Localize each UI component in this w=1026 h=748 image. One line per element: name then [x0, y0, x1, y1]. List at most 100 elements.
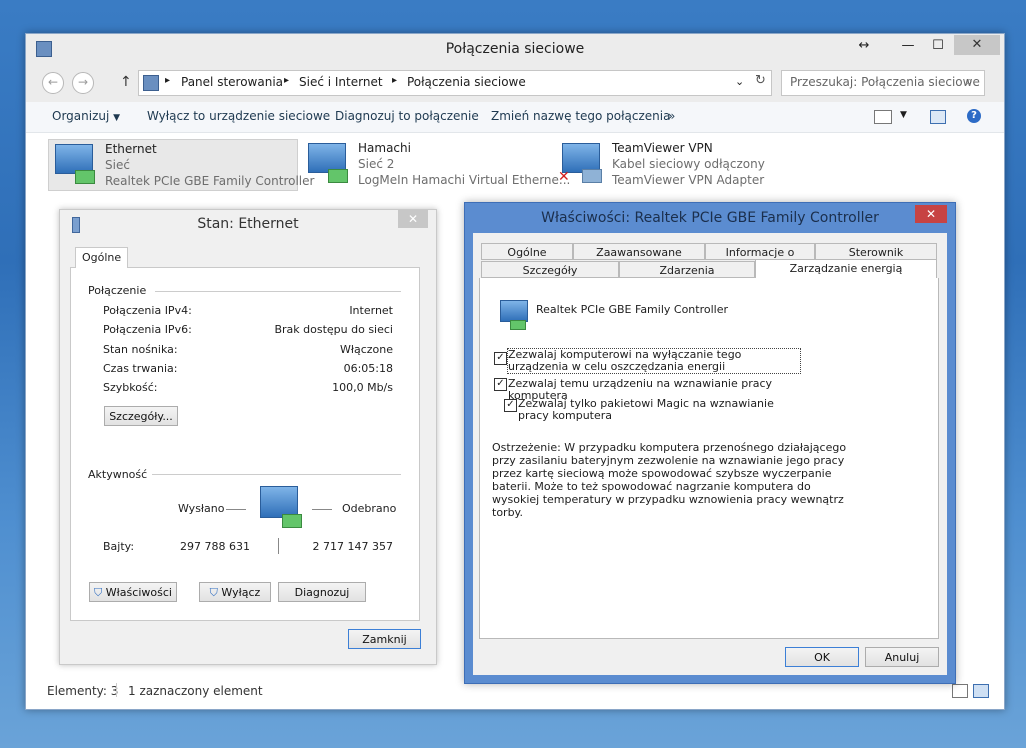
minimize-button[interactable]: — — [894, 36, 922, 56]
close-button[interactable]: ✕ — [398, 210, 428, 228]
bytes-sent: 297 788 631 — [180, 540, 250, 553]
tiles-view-icon[interactable] — [973, 684, 989, 698]
forward-button[interactable]: → — [72, 72, 94, 94]
cable-icon — [582, 169, 602, 183]
divider — [226, 509, 246, 510]
row-label: Połączenia IPv4: — [103, 304, 192, 317]
section-connection: Połączenie — [88, 284, 147, 297]
row-label: Szybkość: — [103, 381, 158, 394]
checkbox-allow-power-off-label[interactable]: Zezwalaj komputerowi na wyłączanie tego … — [507, 348, 801, 374]
divider — [155, 291, 401, 292]
address-bar[interactable]: ▸ Panel sterowania ▸ Sieć i Internet ▸ P… — [138, 70, 772, 96]
more-commands-button[interactable]: » — [668, 109, 675, 123]
received-label: Odebrano — [342, 502, 397, 515]
disconnected-x-icon: ✕ — [558, 169, 570, 185]
bytes-label: Bajty: — [103, 540, 135, 553]
cable-icon — [75, 170, 95, 184]
tab-content: Realtek PCIe GBE Family Controller ✓ Zez… — [479, 278, 939, 639]
checkbox-magic-packet[interactable]: ✓ — [504, 399, 517, 412]
details-button[interactable]: Szczegóły... — [104, 406, 178, 426]
resize-icon[interactable]: ↔ — [850, 36, 878, 56]
sent-label: Wysłano — [178, 502, 225, 515]
rename-button[interactable]: Zmień nazwę tego połączenia — [491, 109, 670, 123]
properties-button[interactable]: ⛉ Właściwości — [89, 582, 177, 602]
breadcrumb-sep-icon: ▸ — [392, 75, 398, 86]
breadcrumb-network-connections[interactable]: Połączenia sieciowe — [407, 75, 526, 89]
row-label: Połączenia IPv6: — [103, 323, 192, 336]
disable-label: Wyłącz — [221, 586, 261, 599]
disable-button[interactable]: ⛉ Wyłącz — [199, 582, 271, 602]
close-button[interactable]: ✕ — [915, 205, 947, 223]
device-name: Realtek PCIe GBE Family Controller — [536, 303, 729, 316]
breadcrumb-sep-icon: ▸ — [165, 75, 171, 86]
tab-driver[interactable]: Sterownik — [815, 243, 937, 260]
close-button[interactable]: ✕ — [954, 35, 1000, 55]
disable-device-button[interactable]: Wyłącz to urządzenie sieciowe — [147, 109, 330, 123]
breadcrumb-control-panel[interactable]: Panel sterowania — [181, 75, 283, 89]
chevron-down-icon: ▼ — [113, 113, 121, 123]
checkbox-allow-power-off[interactable]: ✓ — [494, 352, 507, 365]
divider — [116, 683, 117, 697]
tab-general[interactable]: Ogólne — [75, 247, 129, 268]
tab-general[interactable]: Ogólne — [481, 243, 573, 260]
close-dialog-button[interactable]: Zamknij — [348, 629, 421, 649]
dialog-body: Ogólne Zaawansowane Informacje o Sterown… — [473, 233, 947, 675]
chevron-down-icon[interactable]: ⌄ — [735, 75, 744, 88]
cancel-button[interactable]: Anuluj — [865, 647, 939, 667]
item-name: TeamViewer VPN — [612, 141, 713, 155]
diagnose-button[interactable]: Diagnozuj — [278, 582, 366, 602]
tab-advanced[interactable]: Zaawansowane — [573, 243, 705, 260]
checkbox-allow-wake[interactable]: ✓ — [494, 378, 507, 391]
section-activity: Aktywność — [88, 468, 148, 481]
search-input[interactable]: Przeszukaj: Połączenia sieciowe ⌕ — [781, 70, 985, 96]
row-value: 100,0 Mb/s — [332, 381, 393, 394]
title-bar: Połączenia sieciowe ↔ — ☐ ✕ — [26, 34, 1004, 64]
item-status: Sieć — [105, 158, 130, 172]
tab-details[interactable]: Szczegóły — [481, 261, 619, 278]
command-bar: Organizuj ▼ Wyłącz to urządzenie sieciow… — [26, 102, 1004, 133]
refresh-icon[interactable]: ↻ — [755, 73, 766, 88]
cable-icon — [282, 514, 302, 528]
diagnose-button[interactable]: Diagnozuj to połączenie — [335, 109, 479, 123]
view-options-icon[interactable] — [874, 110, 892, 124]
maximize-button[interactable]: ☐ — [924, 36, 952, 56]
divider — [152, 474, 401, 475]
network-adapter-icon — [500, 300, 528, 322]
list-item-ethernet[interactable]: Ethernet Sieć Realtek PCIe GBE Family Co… — [48, 139, 314, 191]
up-button[interactable]: ↑ — [120, 74, 132, 90]
divider — [312, 509, 332, 510]
back-button[interactable]: ← — [42, 72, 64, 94]
shield-icon: ⛉ — [209, 586, 218, 599]
properties-dialog: Właściwości: Realtek PCIe GBE Family Con… — [464, 202, 956, 684]
help-icon[interactable]: ? — [967, 109, 981, 123]
dialog-title-bar: Stan: Ethernet ✕ — [60, 210, 436, 238]
preview-pane-icon[interactable] — [930, 110, 946, 124]
item-status: Sieć 2 — [358, 157, 395, 171]
tab-power-management[interactable]: Zarządzanie energią — [755, 259, 937, 279]
row-value: Brak dostępu do sieci — [274, 323, 393, 336]
breadcrumb-network-internet[interactable]: Sieć i Internet — [299, 75, 383, 89]
warning-text: Ostrzeżenie: W przypadku komputera przen… — [492, 441, 847, 519]
chevron-down-icon[interactable]: ▼ — [900, 110, 907, 120]
organize-button[interactable]: Organizuj ▼ — [52, 109, 120, 123]
search-icon[interactable]: ⌕ — [966, 74, 973, 89]
details-view-icon[interactable] — [952, 684, 968, 698]
item-name: Ethernet — [105, 142, 157, 156]
list-item-teamviewer[interactable]: ✕ TeamViewer VPN Kabel sieciowy odłączon… — [556, 139, 806, 189]
cable-icon — [328, 169, 348, 183]
selected-count: 1 zaznaczony element — [128, 684, 263, 698]
tab-about[interactable]: Informacje o — [705, 243, 815, 260]
item-count: Elementy: 3 — [47, 684, 119, 698]
row-label: Stan nośnika: — [103, 343, 178, 356]
item-status: Kabel sieciowy odłączony — [612, 157, 765, 171]
row-value: Internet — [349, 304, 393, 317]
checkbox-magic-packet-label[interactable]: Zezwalaj tylko pakietowi Magic na wznawi… — [518, 398, 780, 422]
item-device: TeamViewer VPN Adapter — [612, 173, 765, 187]
tab-panel — [70, 267, 420, 621]
item-name: Hamachi — [358, 141, 411, 155]
ok-button[interactable]: OK — [785, 647, 859, 667]
list-item-hamachi[interactable]: Hamachi Sieć 2 LogMeIn Hamachi Virtual E… — [302, 139, 570, 189]
properties-label: Właściwości — [105, 586, 172, 599]
item-device: LogMeIn Hamachi Virtual Etherne... — [358, 173, 571, 187]
tab-events[interactable]: Zdarzenia — [619, 261, 755, 278]
